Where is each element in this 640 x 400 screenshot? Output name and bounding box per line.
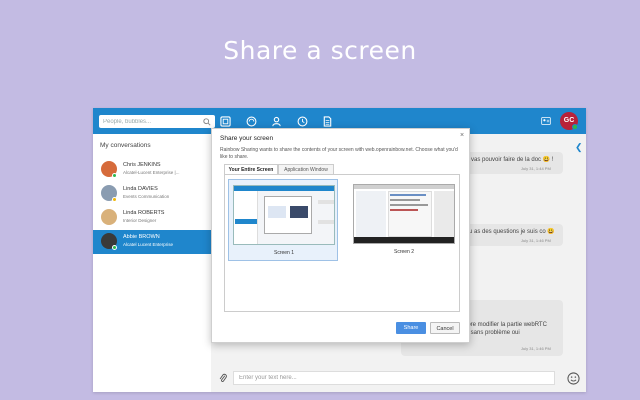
dialog-title: Share your screen <box>220 135 274 142</box>
user-status-dot <box>572 124 578 130</box>
dialog-description: Rainbow Sharing wants to share the conte… <box>220 147 458 160</box>
conversation-subtitle: Alcatel Lucent Enterprise <box>123 242 174 247</box>
emoji-icon[interactable] <box>567 372 580 385</box>
contacts-icon[interactable] <box>271 116 282 127</box>
collapse-panel-icon[interactable]: ❮ <box>575 142 583 153</box>
conversation-item[interactable]: Linda DAVIES Events Communication <box>93 182 211 206</box>
message-text: u as des questions je suis co 😃 <box>469 229 555 235</box>
avatar <box>101 209 117 225</box>
conversation-name: Linda ROBERTS <box>123 210 165 216</box>
message-text: vas pouvoir faire de la doc 😃 ! <box>471 157 554 163</box>
document-icon[interactable] <box>322 116 333 127</box>
cancel-button[interactable]: Cancel <box>430 322 460 334</box>
conversation-sidebar: My conversations Chris JENKINS Alcatel-L… <box>93 134 211 392</box>
rainbow-icon[interactable] <box>246 116 257 127</box>
conversation-subtitle: Interior Designer <box>123 218 157 223</box>
message-time: July 31, 1:46 PM <box>521 346 551 351</box>
screen-2-label: Screen 2 <box>393 249 414 255</box>
search-icon[interactable] <box>203 118 211 126</box>
search-input[interactable] <box>99 115 215 128</box>
conversations-icon[interactable] <box>220 116 231 127</box>
conversation-subtitle: Events Communication <box>123 194 170 199</box>
message-input[interactable] <box>233 371 555 385</box>
conversation-item[interactable]: Chris JENKINS Alcatel-Lucent Enterprise … <box>93 158 211 182</box>
presence-dot <box>112 173 117 178</box>
clock-icon[interactable] <box>297 116 308 127</box>
share-screen-dialog: Share your screen × Rainbow Sharing want… <box>211 128 470 343</box>
conversation-name: Chris JENKINS <box>123 162 161 168</box>
screen-2-preview <box>353 184 455 244</box>
screen-picker: Screen 1 Screen 2 <box>224 174 460 312</box>
conversation-item[interactable]: Linda ROBERTS Interior Designer <box>93 206 211 230</box>
screen-1-preview <box>233 185 335 245</box>
composer <box>211 366 586 392</box>
message-time: July 31, 1:46 PM <box>521 238 551 243</box>
screen-2-option[interactable]: Screen 2 <box>349 179 459 261</box>
conversation-name: Linda DAVIES <box>123 186 158 192</box>
attachment-icon[interactable] <box>218 373 228 384</box>
hero-title: Share a screen <box>223 36 417 65</box>
tab-entire-screen[interactable]: Your Entire Screen <box>224 164 278 174</box>
close-icon[interactable]: × <box>460 132 464 139</box>
message-text: ncore modifier la partie webRTC <box>461 322 547 328</box>
conversation-name: Abbie BROWN <box>123 234 160 240</box>
conversation-subtitle: Alcatel-Lucent Enterprise |... <box>123 170 180 175</box>
presence-dot <box>112 245 117 250</box>
conversation-item-active[interactable]: Abbie BROWN Alcatel Lucent Enterprise <box>93 230 211 254</box>
screen-1-option[interactable]: Screen 1 <box>228 179 338 261</box>
tab-application-window[interactable]: Application Window <box>278 164 334 174</box>
share-button[interactable]: Share <box>396 322 426 334</box>
screen-1-label: Screen 1 <box>273 250 294 256</box>
sidebar-title: My conversations <box>100 142 151 149</box>
user-card-icon[interactable] <box>541 117 551 125</box>
message-time: July 31, 1:44 PM <box>521 166 551 171</box>
presence-dot <box>112 197 117 202</box>
